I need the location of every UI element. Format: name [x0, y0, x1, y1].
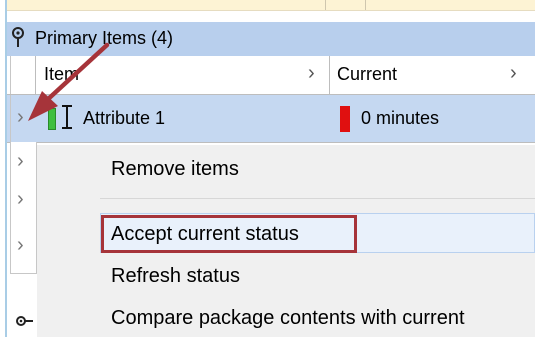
menu-separator	[100, 198, 535, 199]
pin-icon[interactable]	[9, 26, 27, 48]
status-indicator-red	[340, 106, 350, 132]
row-expander-icon[interactable]: ›	[17, 150, 24, 173]
menu-item-compare-package-contents[interactable]: Compare package contents with current	[111, 307, 465, 330]
status-indicator-green	[48, 108, 56, 130]
ibeam-icon	[62, 105, 72, 129]
column-item-sort-icon[interactable]: ›	[308, 62, 315, 85]
column-current-sort-icon[interactable]: ›	[510, 62, 517, 85]
row-current-value: 0 minutes	[361, 108, 440, 128]
row-expander-icon[interactable]: ›	[17, 188, 24, 211]
collapse-icon[interactable]	[14, 311, 34, 331]
column-item-header[interactable]: Item	[44, 64, 79, 85]
annotation-highlight-box	[101, 215, 357, 253]
header-gutter	[10, 56, 36, 94]
row-expander-icon[interactable]: ›	[17, 106, 24, 129]
row-item-label: Attribute 1	[83, 108, 166, 128]
menu-item-refresh-status[interactable]: Refresh status	[111, 265, 240, 288]
row-expander-icon[interactable]: ›	[17, 234, 24, 257]
top-row-strip	[7, 0, 535, 11]
group-title: Primary Items (4)	[35, 28, 174, 48]
column-header-row	[7, 56, 535, 95]
column-current-header[interactable]: Current	[337, 64, 397, 85]
menu-item-remove-items[interactable]: Remove items	[111, 158, 239, 181]
